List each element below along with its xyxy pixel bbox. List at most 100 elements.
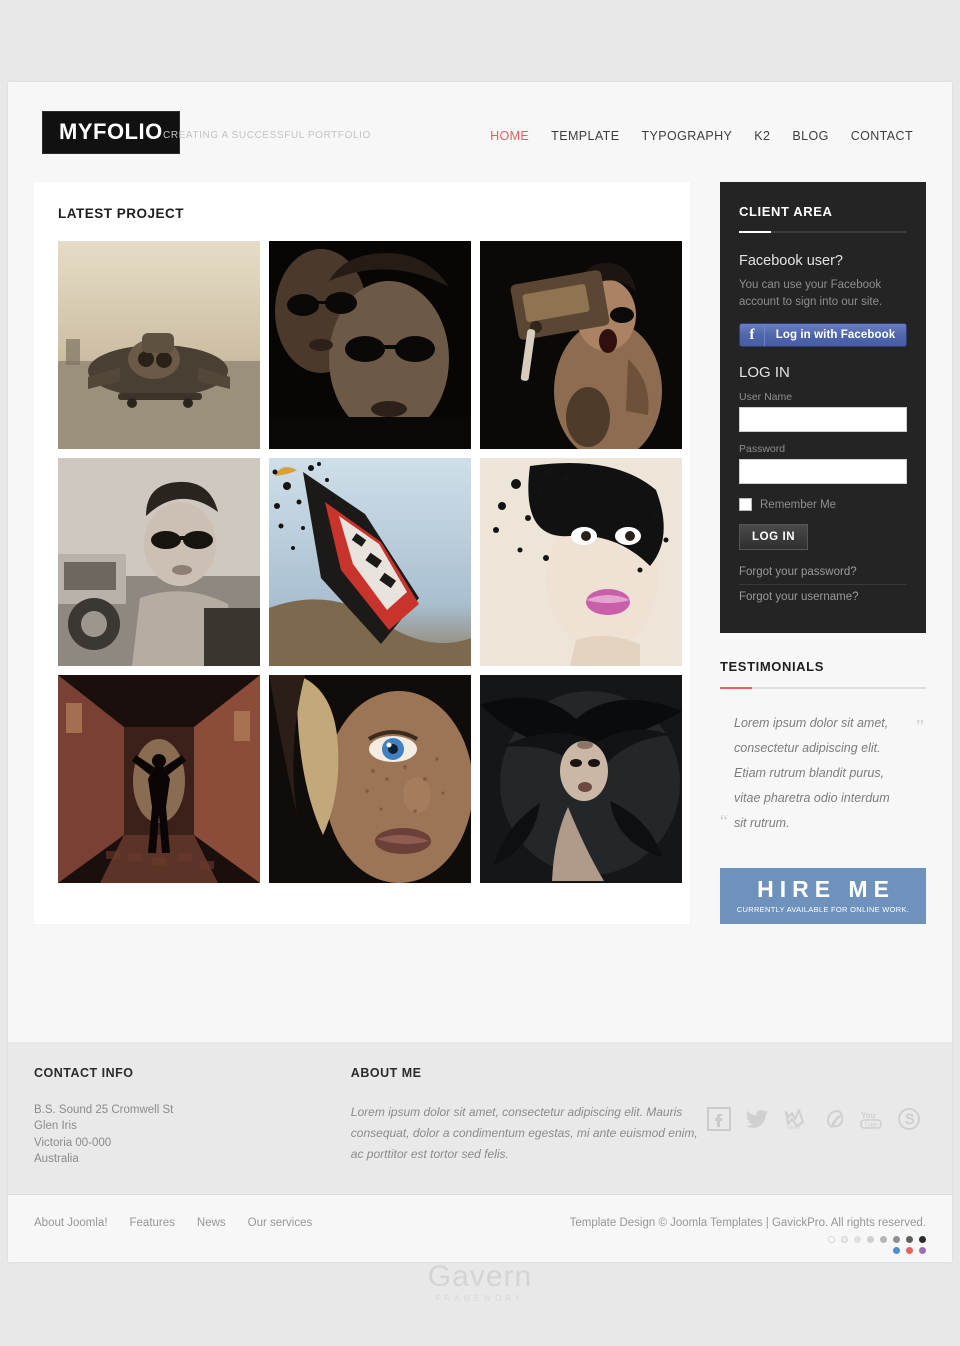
forgot-username-link[interactable]: Forgot your username? [739,585,907,609]
password-input[interactable] [739,459,907,485]
project-thumb-shouting-man-radio[interactable] [480,241,682,449]
testimonial-text: Lorem ipsum dolor sit amet, consectetur … [734,716,890,831]
title-divider [739,231,907,233]
swatch-gray-4[interactable] [880,1236,887,1243]
copyright-text: Template Design © Joomla Templates | Gav… [569,1217,926,1229]
forgot-password-link[interactable]: Forgot your password? [739,566,907,586]
footer-link-about-joomla[interactable]: About Joomla! [34,1217,108,1262]
page-shell: MYFOLIO Creating a successful portfolio … [8,82,952,1262]
swatch-row-grayscale [828,1236,926,1243]
swatch-gray-2[interactable] [854,1236,861,1243]
nav-item-contact[interactable]: CONTACT [840,129,924,143]
dribbble-icon[interactable] [820,1106,846,1132]
facebook-description: You can use your Facebook account to sig… [739,279,883,308]
logo-text: MYFOLIO [59,119,163,144]
site-logo[interactable]: MYFOLIO [42,111,180,154]
login-button[interactable]: LOG IN [739,524,809,551]
nav-item-home[interactable]: HOME [479,129,540,143]
color-swatches [570,1236,926,1254]
client-area-title: CLIENT AREA [739,204,833,219]
footer-link-news[interactable]: News [197,1217,226,1262]
content-area: LATEST PROJECT CLIENT AREA Facebook user… [8,182,952,925]
remember-me-row: Remember Me [739,498,907,512]
footer-links: About Joomla! Features News Our services [34,1217,312,1262]
gavern-subtitle: Framework [435,1294,525,1303]
hire-me-banner[interactable]: HIRE ME Currently available for online w… [720,868,926,925]
swatch-gray-5[interactable] [893,1236,900,1243]
footer-contact-column: CONTACT INFO B.S. Sound 25 Cromwell St G… [34,1066,351,1194]
project-thumb-black-mask-woman[interactable] [480,458,682,666]
testimonial-item: ” Lorem ipsum dolor sit amet, consectetu… [720,711,926,850]
contact-info-title: CONTACT INFO [34,1066,134,1080]
hire-me-subtitle: Currently available for online work. [736,905,910,915]
footer-social-column: vimeo You Tube [706,1066,926,1194]
nav-item-template[interactable]: TEMPLATE [540,129,630,143]
svg-text:vimeo: vimeo [787,1125,801,1131]
latest-project-panel: LATEST PROJECT [34,182,690,925]
gavern-framework-logo: Gavern Framework [0,1260,960,1304]
forgot-links: Forgot your password? Forgot your userna… [739,566,907,609]
contact-line: Australia [34,1152,79,1165]
swatch-gray-3[interactable] [867,1236,874,1243]
project-thumb-skateboard-flyer[interactable] [58,241,260,449]
footer-right: Template Design © Joomla Templates | Gav… [570,1217,926,1262]
facebook-login-button[interactable]: f Log in with Facebook [739,323,907,348]
nav-item-typography[interactable]: TYPOGRAPHY [630,129,743,143]
contact-line: Glen Iris [34,1120,77,1133]
facebook-icon[interactable] [706,1106,732,1132]
swatch-accent-0[interactable] [893,1247,900,1254]
swatch-gray-7[interactable] [919,1236,926,1243]
remember-me-checkbox[interactable] [739,498,752,512]
main-navigation: HOME TEMPLATE TYPOGRAPHY K2 BLOG CONTACT [479,129,924,143]
skype-icon[interactable] [896,1106,922,1132]
testimonials-module: TESTIMONIALS ” Lorem ipsum dolor sit ame… [720,659,926,850]
page-title: LATEST PROJECT [58,206,185,221]
vimeo-icon[interactable]: vimeo [782,1106,808,1132]
site-header: MYFOLIO Creating a successful portfolio … [8,82,952,182]
swatch-accent-1[interactable] [906,1247,913,1254]
testimonials-title: TESTIMONIALS [720,659,824,675]
contact-line: B.S. Sound 25 Cromwell St [34,1104,174,1116]
nav-item-k2[interactable]: K2 [743,129,781,143]
quote-open-icon: “ [720,811,728,832]
facebook-heading: Facebook user? [739,253,843,269]
social-icon-row: vimeo You Tube [706,1106,926,1132]
about-me-title: ABOUT ME [350,1066,422,1080]
remember-me-label: Remember Me [760,498,837,511]
swatch-accent-2[interactable] [919,1247,926,1254]
footer-top: CONTACT INFO B.S. Sound 25 Cromwell St G… [8,1042,952,1194]
swatch-gray-6[interactable] [906,1236,913,1243]
project-thumb-alley-silhouette[interactable] [58,675,260,883]
svg-text:Tube: Tube [864,1123,878,1129]
youtube-icon[interactable]: You Tube [858,1106,884,1132]
project-thumb-man-car-sunglasses[interactable] [58,458,260,666]
contact-line: Victoria 00-000 [34,1136,112,1149]
footer-link-our-services[interactable]: Our services [248,1217,313,1262]
hire-me-title: HIRE ME [757,876,895,903]
nav-item-blog[interactable]: BLOG [781,129,839,143]
facebook-login-label: Log in with Facebook [775,329,896,342]
footer-bottom: About Joomla! Features News Our services… [8,1194,952,1262]
sidebar: CLIENT AREA Facebook user? You can use y… [720,182,926,925]
quote-close-icon: ” [916,716,924,737]
password-label: Password [739,443,786,456]
twitter-icon[interactable] [744,1106,770,1132]
project-grid [58,241,682,883]
username-input[interactable] [739,407,907,433]
project-thumb-blue-eye-freckles[interactable] [269,675,471,883]
about-me-text: Lorem ipsum dolor sit amet, consectetur … [350,1105,698,1161]
footer-link-features[interactable]: Features [130,1217,175,1262]
swatch-gray-0[interactable] [828,1236,835,1243]
gavern-name: Gavern [427,1260,533,1293]
project-thumb-exploding-sneaker[interactable] [269,458,471,666]
login-heading: LOG IN [739,364,790,382]
username-label: User Name [739,391,793,404]
facebook-f-icon: f [740,324,765,347]
project-thumb-two-men-sunglasses[interactable] [269,241,471,449]
swatch-gray-1[interactable] [841,1236,848,1243]
swatch-row-accent [893,1247,926,1254]
footer-about-column: ABOUT ME Lorem ipsum dolor sit amet, con… [351,1066,706,1194]
testimonials-divider [720,687,926,690]
svg-text:You: You [861,1111,876,1120]
project-thumb-windblown-hair-woman[interactable] [480,675,682,883]
